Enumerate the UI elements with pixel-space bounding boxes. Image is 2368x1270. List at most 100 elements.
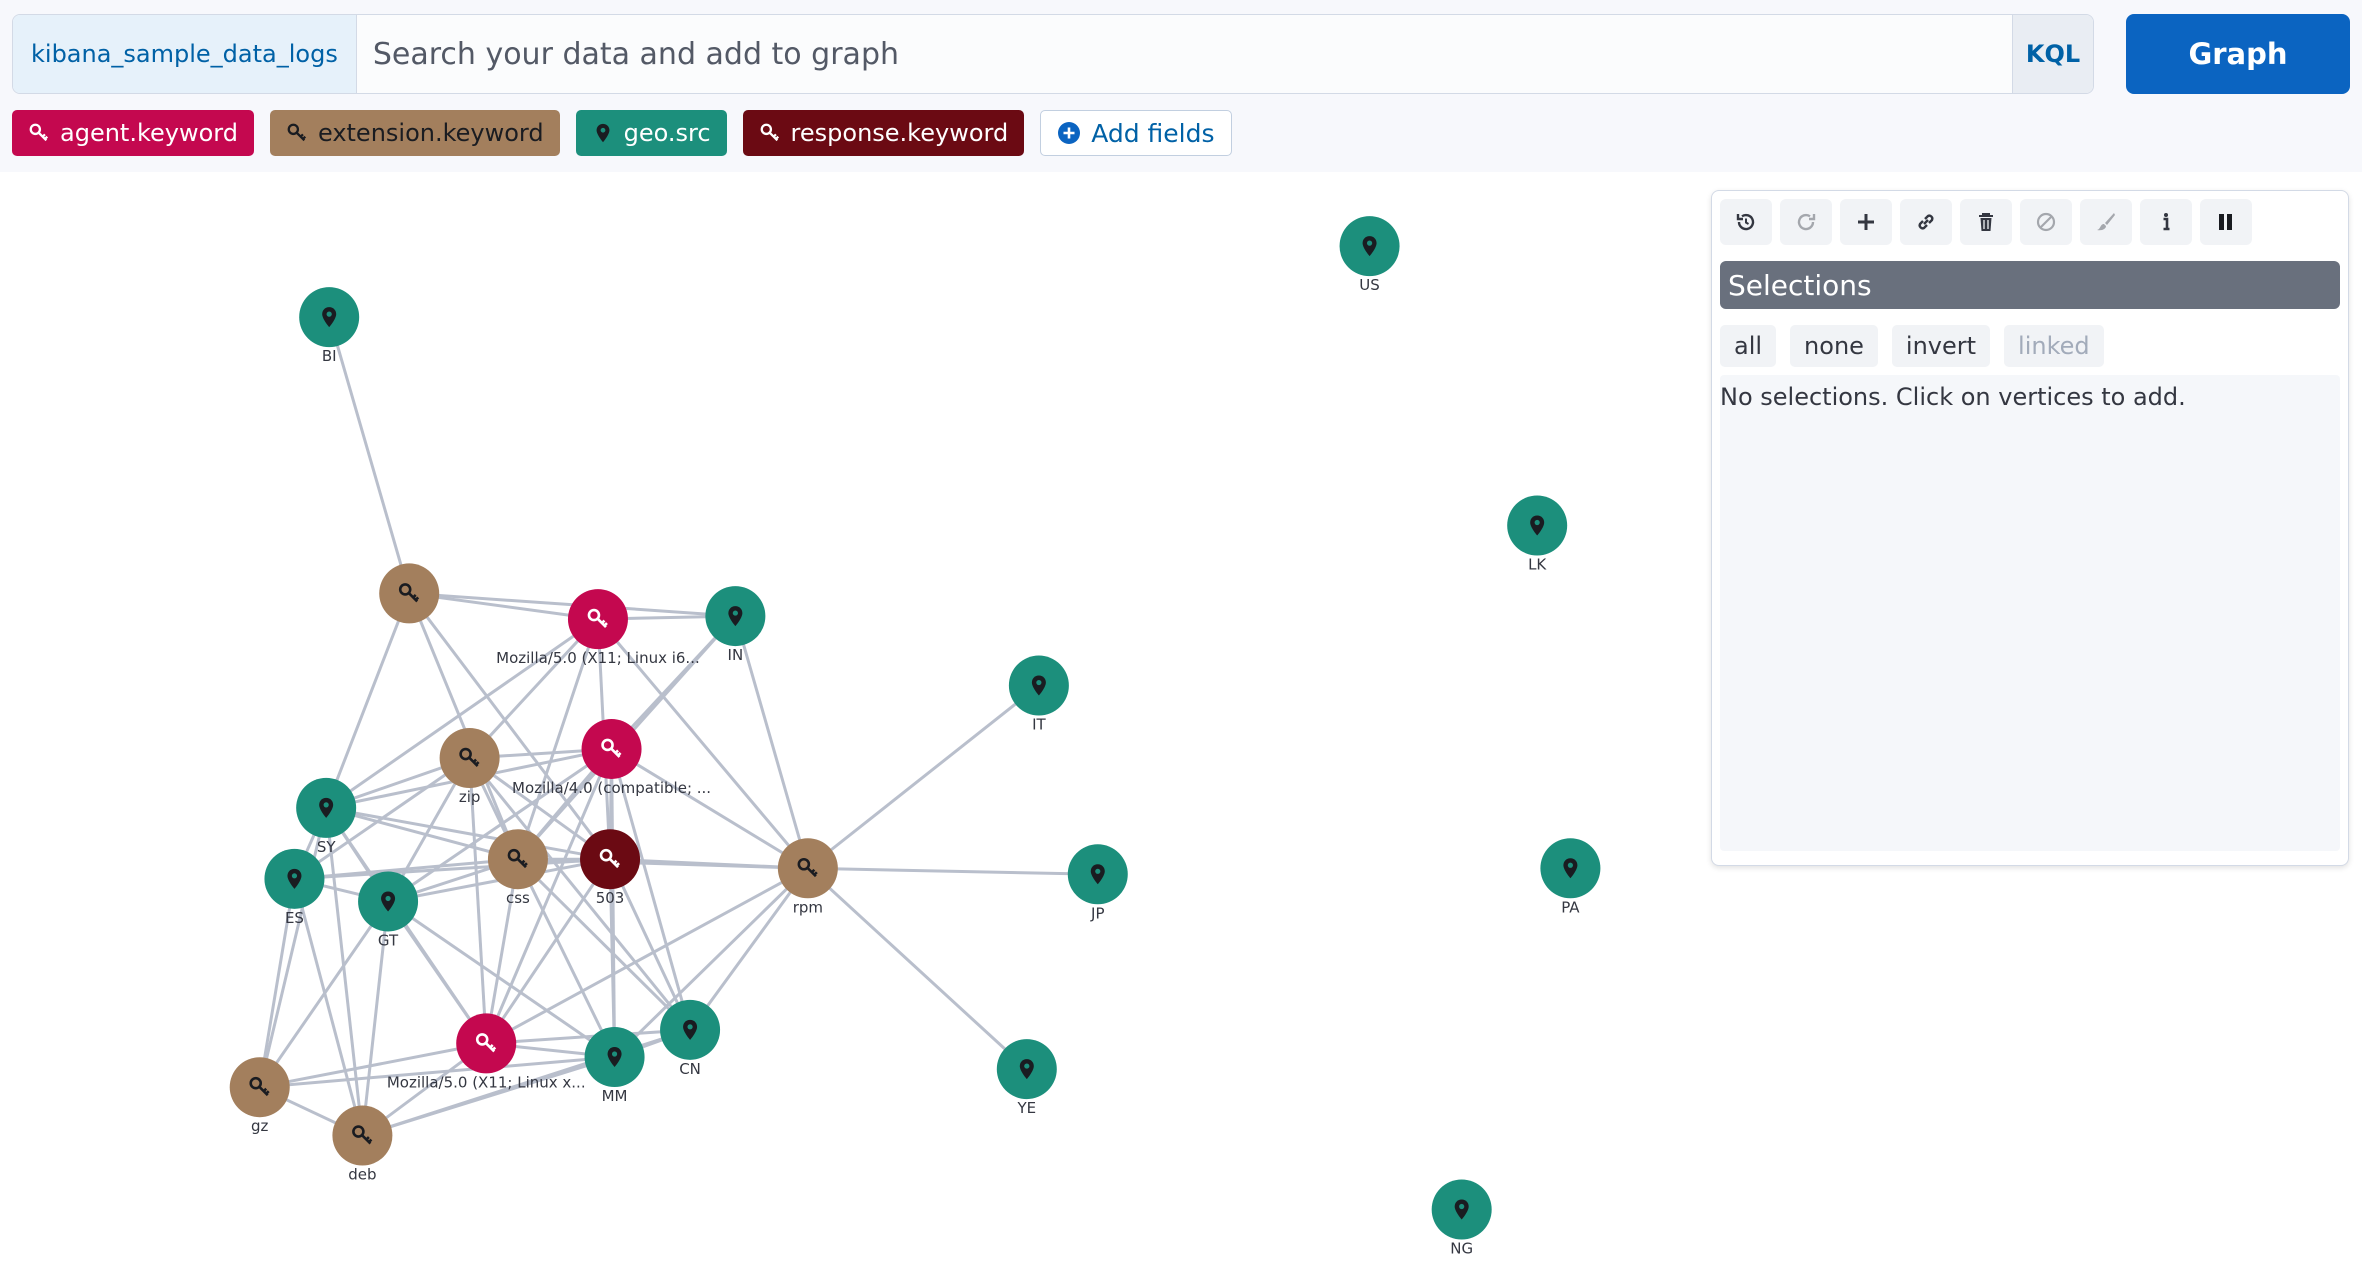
vertex-label: SY bbox=[317, 838, 337, 856]
vertex-label: NG bbox=[1450, 1240, 1473, 1258]
undo-icon bbox=[1736, 213, 1755, 231]
plus-icon bbox=[1858, 214, 1874, 230]
field-response-keyword[interactable]: response.keyword bbox=[742, 110, 1025, 156]
graph-edge bbox=[484, 858, 612, 1045]
top-bar: kibana_sample_data_logs KQL Graph agent.… bbox=[0, 0, 2368, 172]
remove-vertices-button[interactable] bbox=[1960, 199, 2012, 245]
vertex-label: gz bbox=[251, 1117, 269, 1135]
redo-button[interactable] bbox=[1780, 199, 1832, 245]
pause-icon bbox=[2219, 214, 2232, 230]
graph-vertex-bi[interactable]: BI bbox=[299, 287, 360, 365]
graph-vertex-cn[interactable]: CN bbox=[660, 999, 721, 1078]
vertex-label: BI bbox=[322, 347, 337, 365]
graph-vertex-css[interactable]: css bbox=[487, 829, 548, 907]
search-input[interactable] bbox=[356, 15, 2012, 93]
block-icon bbox=[2036, 212, 2056, 232]
nodes-layer: BI US LK IN IT SY ES GT JP PA CN MM YE NG zip css rpm gz d… bbox=[229, 216, 1601, 1258]
vertex-label: YE bbox=[1016, 1099, 1036, 1117]
graph-vertex-pa[interactable]: PA bbox=[1540, 838, 1601, 916]
graph-vertex-rpm[interactable]: rpm bbox=[777, 838, 838, 916]
vertex-label: CN bbox=[679, 1060, 701, 1078]
key-icon bbox=[760, 123, 779, 142]
field-agent-keyword[interactable]: agent.keyword bbox=[12, 110, 254, 156]
link-icon bbox=[1918, 214, 1934, 230]
graph-edge bbox=[258, 900, 390, 1089]
graph-edge bbox=[327, 316, 411, 594]
graph-vertex-agent2[interactable]: Mozilla/4.0 (compatible; ... bbox=[512, 718, 711, 797]
graph-vertex-agent3[interactable]: Mozilla/5.0 (X11; Linux x... bbox=[387, 1013, 586, 1091]
graph-vertex-us[interactable]: US bbox=[1339, 216, 1400, 294]
selections-title: Selections bbox=[1720, 261, 2340, 309]
blocklist-button[interactable] bbox=[2020, 199, 2072, 245]
graph-vertex-es[interactable]: ES bbox=[264, 848, 325, 927]
graph-edge bbox=[806, 684, 1040, 870]
vertex-label: Mozilla/4.0 (compatible; ... bbox=[512, 779, 711, 797]
field-label: agent.keyword bbox=[60, 119, 238, 147]
graph-vertex-deb[interactable]: deb bbox=[332, 1105, 393, 1184]
select-all-button[interactable]: all bbox=[1720, 325, 1777, 367]
vertex-label: css bbox=[506, 889, 530, 907]
graph-vertex-jp[interactable]: JP bbox=[1067, 844, 1128, 922]
field-label: response.keyword bbox=[790, 119, 1009, 147]
field-geo-src[interactable]: geo.src bbox=[575, 110, 727, 156]
add-links-button[interactable] bbox=[1900, 199, 1952, 245]
vertex-label: deb bbox=[348, 1166, 376, 1184]
select-invert-button[interactable]: invert bbox=[1891, 325, 1991, 367]
plus-circle-icon bbox=[1058, 122, 1081, 144]
graph-edge bbox=[407, 592, 520, 860]
field-extension-keyword[interactable]: extension.keyword bbox=[269, 110, 560, 156]
search-bar: kibana_sample_data_logs KQL bbox=[12, 14, 2094, 94]
style-vertices-button[interactable] bbox=[2080, 199, 2132, 245]
vertex-label: Mozilla/5.0 (X11; Linux x... bbox=[387, 1073, 586, 1091]
map-marker-icon bbox=[596, 123, 610, 143]
graph-vertex-mm[interactable]: MM bbox=[584, 1027, 645, 1105]
graph-edge bbox=[807, 866, 1098, 876]
select-linked-button[interactable]: linked bbox=[2004, 325, 2104, 367]
vertex-label: US bbox=[1359, 276, 1380, 294]
graph-edge bbox=[325, 806, 611, 861]
empty-selections-message: No selections. Click on vertices to add. bbox=[1720, 383, 2186, 411]
graph-vertex-it[interactable]: IT bbox=[1008, 655, 1069, 734]
graph-edge bbox=[806, 867, 1028, 1071]
expand-selection-button[interactable] bbox=[1840, 199, 1892, 245]
brush-icon bbox=[2097, 213, 2115, 231]
graph-toolbar bbox=[1720, 199, 2252, 245]
graph-vertex-ye[interactable]: YE bbox=[996, 1039, 1057, 1117]
select-none-button[interactable]: none bbox=[1790, 325, 1878, 367]
index-pattern-selector[interactable]: kibana_sample_data_logs bbox=[13, 15, 357, 93]
add-fields-button[interactable]: Add fields bbox=[1040, 110, 1232, 156]
field-list: agent.keyword extension.keyword geo.src … bbox=[12, 110, 1232, 156]
drill-down-button[interactable] bbox=[2140, 199, 2192, 245]
vertex-label: rpm bbox=[793, 898, 823, 916]
vertex-label: Mozilla/5.0 (X11; Linux i6... bbox=[496, 649, 700, 667]
selection-actions: all none invert linked bbox=[1720, 325, 2104, 367]
undo-button[interactable] bbox=[1720, 199, 1772, 245]
vertex-label: JP bbox=[1090, 904, 1104, 922]
graph-submit-button[interactable]: Graph bbox=[2126, 14, 2350, 94]
redo-icon bbox=[1797, 213, 1816, 231]
vertex-label: ES bbox=[285, 909, 304, 927]
graph-vertex-ext_top[interactable] bbox=[379, 563, 440, 624]
vertex-label: GT bbox=[378, 931, 399, 949]
selections-panel: Selections all none invert linked No sel… bbox=[1711, 190, 2349, 866]
graph-vertex-ng[interactable]: NG bbox=[1431, 1179, 1492, 1258]
graph-edge bbox=[324, 592, 411, 809]
selections-list: No selections. Click on vertices to add. bbox=[1720, 375, 2340, 851]
vertex-label: IT bbox=[1032, 716, 1046, 734]
graph-vertex-lk[interactable]: LK bbox=[1507, 495, 1568, 573]
add-fields-label: Add fields bbox=[1091, 118, 1215, 148]
graph-edge bbox=[292, 878, 364, 1136]
graph-vertex-gt[interactable]: GT bbox=[358, 871, 419, 949]
graph-vertex-in[interactable]: IN bbox=[705, 586, 766, 664]
trash-icon bbox=[1979, 213, 1993, 231]
field-label: geo.src bbox=[623, 119, 711, 147]
info-icon bbox=[2163, 213, 2170, 231]
pause-layout-button[interactable] bbox=[2200, 199, 2252, 245]
graph-vertex-503[interactable]: 503 bbox=[580, 829, 641, 907]
key-icon bbox=[29, 123, 49, 142]
graph-vertex-gz[interactable]: gz bbox=[229, 1057, 290, 1135]
vertex-label: MM bbox=[602, 1087, 628, 1105]
query-language-toggle[interactable]: KQL bbox=[2012, 15, 2093, 93]
field-label: extension.keyword bbox=[317, 119, 544, 147]
window-edge bbox=[2362, 0, 2368, 1270]
